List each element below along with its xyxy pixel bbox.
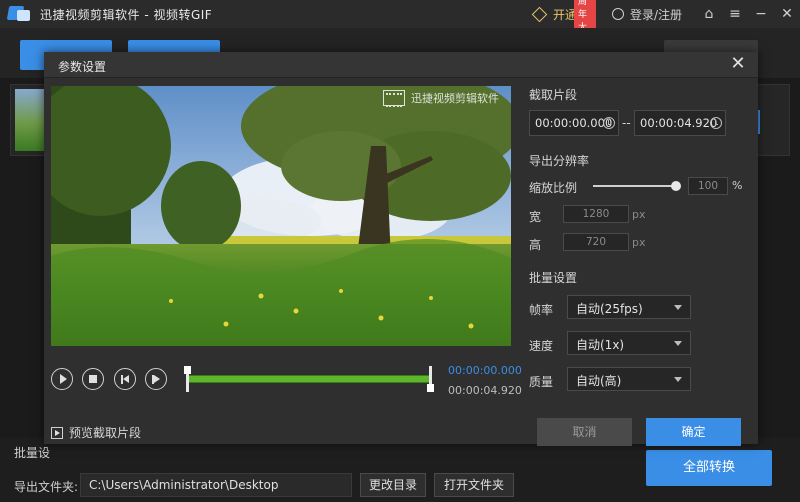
- scale-slider-track[interactable]: [593, 185, 677, 187]
- previous-frame-button[interactable]: [114, 368, 136, 390]
- batch-section-title: 批量设置: [529, 271, 578, 285]
- film-icon: [383, 90, 405, 107]
- login-label: 登录/注册: [629, 7, 682, 22]
- app-title: 迅捷视频剪辑软件 - 视频转GIF: [40, 7, 213, 22]
- scale-label: 缩放比例: [529, 181, 578, 195]
- height-input[interactable]: 720: [563, 233, 629, 251]
- video-preview[interactable]: 迅捷视频剪辑软件: [51, 86, 511, 346]
- fps-label: 帧率: [529, 303, 554, 317]
- previous-frame-icon: [121, 374, 129, 384]
- menu-icon[interactable]: ≡: [722, 0, 748, 28]
- clip-timeline[interactable]: [184, 364, 434, 394]
- next-frame-button[interactable]: [145, 368, 167, 390]
- fps-select[interactable]: 自动(25fps): [567, 295, 691, 319]
- watermark: 迅捷视频剪辑软件: [383, 90, 499, 107]
- change-directory-button[interactable]: 更改目录: [360, 473, 426, 497]
- vip-button[interactable]: 开通VIP 周年大促: [531, 0, 596, 48]
- speed-select[interactable]: 自动(1x): [567, 331, 691, 355]
- dialog-title: 参数设置: [58, 60, 107, 74]
- clock-icon[interactable]: [710, 117, 722, 129]
- close-icon[interactable]: ✕: [728, 54, 748, 76]
- quality-label: 质量: [529, 375, 554, 389]
- width-unit: px: [632, 208, 646, 221]
- play-button[interactable]: [51, 368, 73, 390]
- output-path-field[interactable]: C:\Users\Administrator\Desktop: [80, 473, 352, 497]
- login-button[interactable]: 登录/注册: [611, 6, 682, 23]
- current-time: 00:00:00.000: [448, 364, 522, 377]
- clip-end-value: 00:00:04.920: [640, 116, 718, 130]
- user-icon: [611, 8, 624, 20]
- title-bar: 迅捷视频剪辑软件 - 视频转GIF 开通VIP 周年大促 登录/注册 ⌂ ≡ −…: [0, 0, 800, 48]
- minimize-icon[interactable]: −: [748, 0, 774, 28]
- timeline-range: [186, 375, 430, 383]
- clip-section-title: 截取片段: [529, 88, 578, 102]
- batch-settings-label: 批量设: [14, 446, 51, 460]
- width-label: 宽: [529, 210, 542, 224]
- preview-play-icon: [51, 426, 63, 439]
- scale-unit: %: [732, 179, 743, 192]
- clip-end-handle[interactable]: [427, 366, 434, 392]
- home-icon[interactable]: ⌂: [696, 0, 722, 28]
- speed-value: 自动(1x): [576, 338, 625, 352]
- clip-separator: --: [622, 116, 631, 130]
- parameter-settings-dialog: 参数设置 ✕ 迅捷视频剪辑软件 00:00:00.000 00:00:04.92…: [44, 52, 758, 446]
- app-logo-icon: [6, 5, 30, 23]
- clip-end-field[interactable]: 00:00:04.920: [634, 110, 726, 136]
- chevron-down-icon: [674, 305, 682, 310]
- total-time: 00:00:04.920: [448, 384, 522, 397]
- clip-start-value: 00:00:00.000: [535, 116, 613, 130]
- clip-start-handle[interactable]: [184, 366, 191, 392]
- resolution-section-title: 导出分辨率: [529, 154, 590, 168]
- dialog-header: 参数设置 ✕: [44, 52, 758, 78]
- scale-input[interactable]: 100: [688, 177, 728, 195]
- stop-button[interactable]: [82, 368, 104, 390]
- open-folder-button[interactable]: 打开文件夹: [434, 473, 514, 497]
- diamond-icon: [531, 6, 548, 22]
- watermark-text: 迅捷视频剪辑软件: [411, 92, 499, 105]
- cancel-button[interactable]: 取消: [537, 418, 632, 446]
- play-icon: [59, 374, 67, 384]
- scale-slider-handle[interactable]: [671, 181, 681, 191]
- output-folder-label: 导出文件夹:: [14, 480, 79, 494]
- window-close-icon[interactable]: ✕: [774, 0, 800, 28]
- quality-value: 自动(高): [576, 374, 622, 388]
- preview-clip-label: 预览截取片段: [69, 426, 142, 440]
- convert-all-button[interactable]: 全部转换: [646, 450, 772, 486]
- height-label: 高: [529, 238, 542, 252]
- clip-start-field[interactable]: 00:00:00.000: [529, 110, 619, 136]
- height-unit: px: [632, 236, 646, 249]
- chevron-down-icon: [674, 377, 682, 382]
- video-frame: [51, 86, 511, 346]
- quality-select[interactable]: 自动(高): [567, 367, 691, 391]
- clock-icon[interactable]: [603, 117, 615, 129]
- chevron-down-icon: [674, 341, 682, 346]
- next-frame-icon: [152, 374, 160, 384]
- speed-label: 速度: [529, 339, 554, 353]
- fps-value: 自动(25fps): [576, 302, 643, 316]
- preview-clip-toggle[interactable]: 预览截取片段: [51, 424, 141, 441]
- confirm-button[interactable]: 确定: [646, 418, 741, 446]
- width-input[interactable]: 1280: [563, 205, 629, 223]
- stop-icon: [89, 375, 97, 383]
